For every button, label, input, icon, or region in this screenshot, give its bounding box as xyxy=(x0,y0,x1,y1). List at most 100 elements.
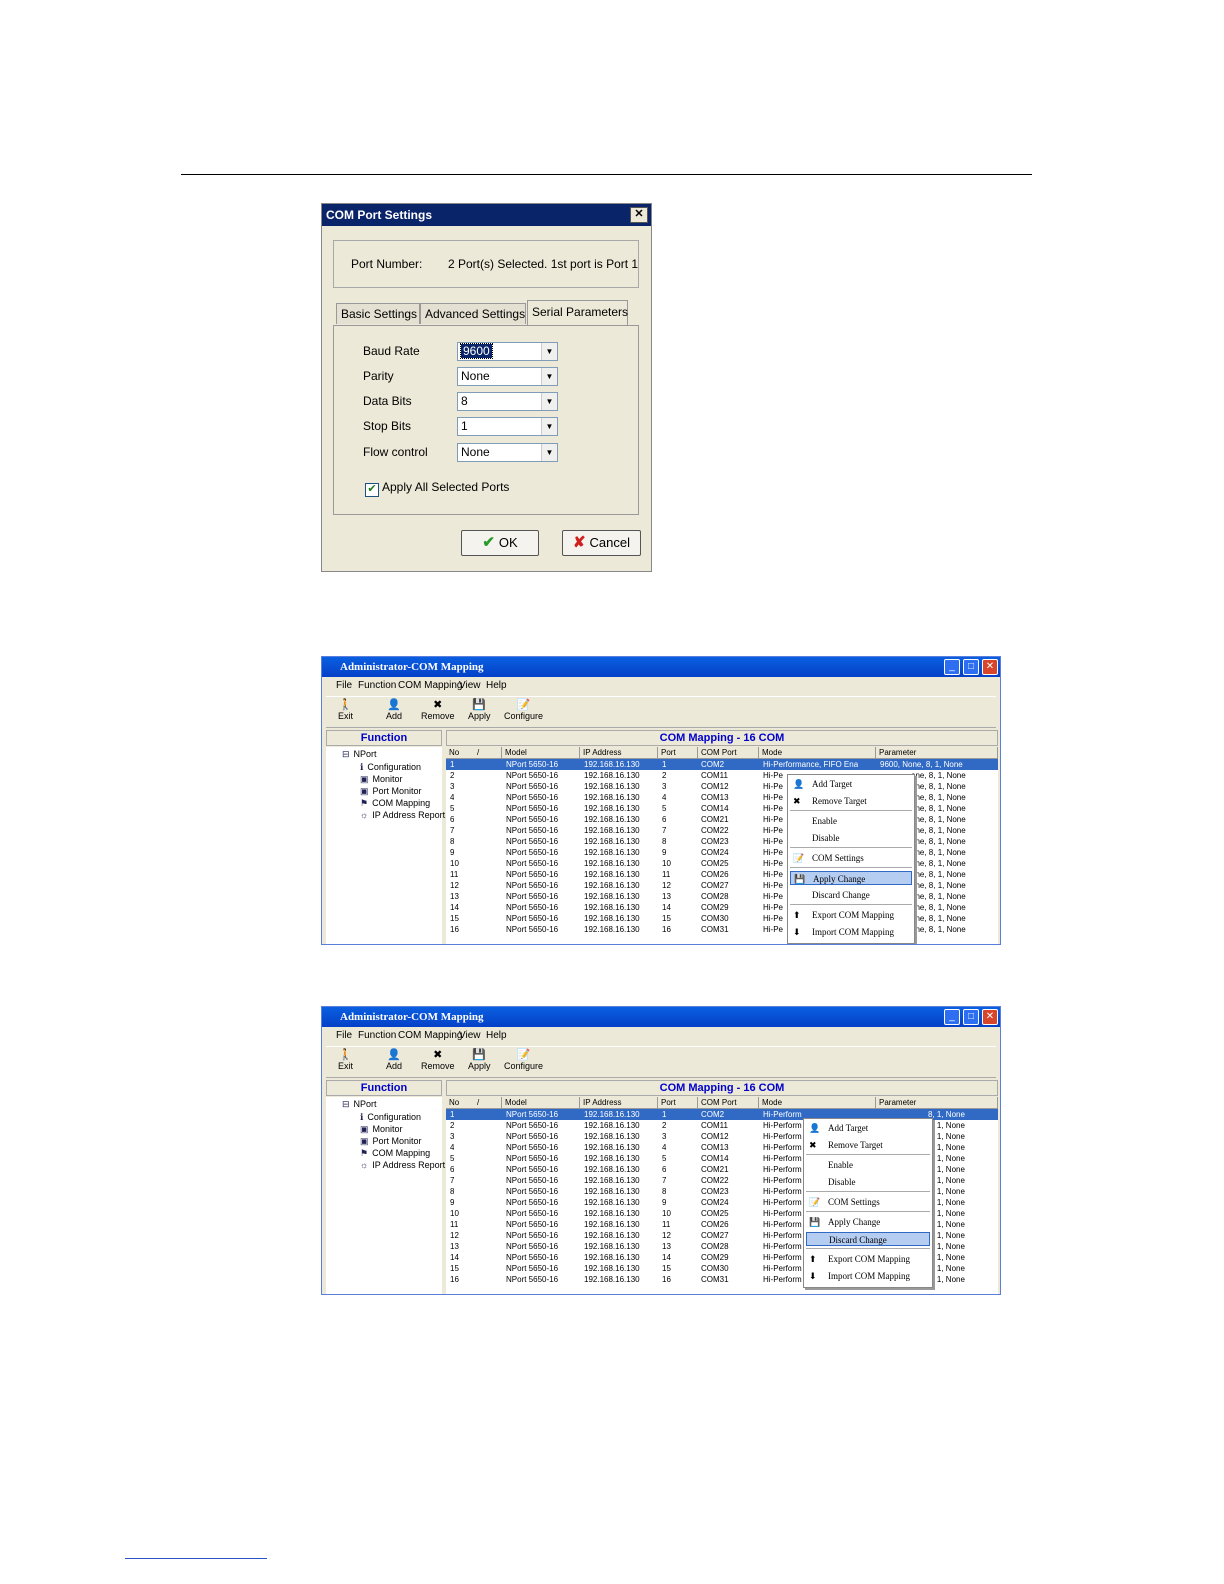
apply-all-checkbox[interactable]: ✔ xyxy=(365,483,379,497)
menu-help[interactable]: Help xyxy=(486,678,507,694)
tree-item-com-mapping[interactable]: ⚑ COM Mapping xyxy=(360,1148,430,1159)
table-row[interactable]: 11 NPort 5650-16 192.168.16.130 11 COM26 Hi-P… xyxy=(446,869,998,880)
close-icon[interactable]: ✕ xyxy=(630,207,648,223)
toolbar-exit-button[interactable]: 🚶 Exit xyxy=(338,699,353,721)
table-row[interactable]: 4 NPort 5650-16 192.168.16.130 4 COM13 Hi-Pe o… xyxy=(446,792,998,803)
tree-item-port-monitor[interactable]: ▣ Port Monitor xyxy=(360,1136,422,1147)
menu-file[interactable]: File xyxy=(336,1028,352,1044)
table-row[interactable]: 15 NPort 5650-16 192.168.16.130 15 COM30 Hi-P… xyxy=(446,913,998,924)
toolbar-add-button[interactable]: 👤 Add xyxy=(386,1049,402,1071)
stop-bits-select[interactable]: 1 ▼ xyxy=(457,417,558,436)
menu-help[interactable]: Help xyxy=(486,1028,507,1044)
toolbar-exit-button[interactable]: 🚶 Exit xyxy=(338,1049,353,1071)
toolbar-configure-button[interactable]: 📝 Configure xyxy=(504,699,543,721)
close-icon[interactable]: ✕ xyxy=(982,659,998,675)
tree-item-configuration[interactable]: ℹ Configuration xyxy=(360,1112,421,1123)
menu-item-export-com-mapping[interactable]: ⬆ Export COM Mapping xyxy=(806,1252,930,1266)
menu-item-discard-change[interactable]: Discard Change xyxy=(790,888,912,902)
column-header[interactable]: Model xyxy=(502,747,580,758)
toolbar-remove-button[interactable]: ✖ Remove xyxy=(421,699,455,721)
menu-item-com-settings[interactable]: 📝 COM Settings xyxy=(806,1195,930,1209)
menu-item-remove-target[interactable]: ✖ Remove Target xyxy=(790,794,912,808)
tree-item-nport[interactable]: ⊟ NPort xyxy=(342,749,377,760)
table-row[interactable]: 16 NPort 5650-16 192.168.16.130 16 COM31 Hi-P… xyxy=(446,924,998,935)
flow-control-select[interactable]: None ▼ xyxy=(457,443,558,462)
parity-select[interactable]: None ▼ xyxy=(457,367,558,386)
toolbar-apply-button[interactable]: 💾 Apply xyxy=(468,1049,491,1071)
menu-item-import-com-mapping[interactable]: ⬇ Import COM Mapping xyxy=(790,925,912,939)
tree-item-port-monitor[interactable]: ▣ Port Monitor xyxy=(360,786,422,797)
table-row[interactable]: 9 NPort 5650-16 192.168.16.130 9 COM24 Hi-Pe o… xyxy=(446,847,998,858)
tree-item-monitor[interactable]: ▣ Monitor xyxy=(360,1124,403,1135)
menu-item-apply-change[interactable]: 💾 Apply Change xyxy=(790,871,912,885)
tab-advanced-settings[interactable]: Advanced Settings xyxy=(420,303,526,324)
minimize-icon[interactable]: _ xyxy=(944,1009,960,1025)
toolbar-add-button[interactable]: 👤 Add xyxy=(386,699,402,721)
tree-item-ip-address-report[interactable]: ☼ IP Address Report xyxy=(360,810,445,820)
table-row[interactable]: 10 NPort 5650-16 192.168.16.130 10 COM25 Hi-P… xyxy=(446,858,998,869)
menu-file[interactable]: File xyxy=(336,678,352,694)
column-header[interactable]: Port xyxy=(658,1097,698,1108)
menu-item-com-settings[interactable]: 📝 COM Settings xyxy=(790,851,912,865)
menu-view[interactable]: View xyxy=(459,1028,481,1044)
chevron-down-icon[interactable]: ▼ xyxy=(541,393,557,410)
column-header[interactable]: Parameter xyxy=(876,1097,998,1108)
column-header[interactable]: IP Address xyxy=(580,747,658,758)
column-header[interactable]: Parameter xyxy=(876,747,998,758)
tree-item-configuration[interactable]: ℹ Configuration xyxy=(360,762,421,773)
table-row[interactable]: 13 NPort 5650-16 192.168.16.130 13 COM28 Hi-P… xyxy=(446,891,998,902)
table-row[interactable]: 12 NPort 5650-16 192.168.16.130 12 COM27 Hi-P… xyxy=(446,880,998,891)
baud-rate-select[interactable]: 9600 ▼ xyxy=(457,342,558,361)
table-row[interactable]: 8 NPort 5650-16 192.168.16.130 8 COM23 Hi-Pe o… xyxy=(446,836,998,847)
menu-item-enable[interactable]: Enable xyxy=(790,814,912,828)
toolbar-configure-button[interactable]: 📝 Configure xyxy=(504,1049,543,1071)
column-header[interactable]: Port xyxy=(658,747,698,758)
chevron-down-icon[interactable]: ▼ xyxy=(541,343,557,360)
column-header[interactable]: COM Port xyxy=(698,747,759,758)
menu-com-mapping[interactable]: COM Mapping xyxy=(398,678,462,694)
table-row[interactable]: 2 NPort 5650-16 192.168.16.130 2 COM11 Hi-Pe o… xyxy=(446,770,998,781)
tree-item-monitor[interactable]: ▣ Monitor xyxy=(360,774,403,785)
table-row[interactable]: 6 NPort 5650-16 192.168.16.130 6 COM21 Hi-Pe o… xyxy=(446,814,998,825)
tab-serial-parameters[interactable]: Serial Parameters xyxy=(527,300,628,325)
column-header[interactable]: Mode xyxy=(759,1097,876,1108)
menu-item-enable[interactable]: Enable xyxy=(806,1158,930,1172)
menu-item-add-target[interactable]: 👤 Add Target xyxy=(806,1121,930,1135)
menu-view[interactable]: View xyxy=(459,678,481,694)
table-row[interactable]: 5 NPort 5650-16 192.168.16.130 5 COM14 Hi-Pe o… xyxy=(446,803,998,814)
menu-item-disable[interactable]: Disable xyxy=(806,1175,930,1189)
toolbar-apply-button[interactable]: 💾 Apply xyxy=(468,699,491,721)
tree-item-nport[interactable]: ⊟ NPort xyxy=(342,1099,377,1110)
menu-item-discard-change[interactable]: Discard Change xyxy=(806,1232,930,1246)
table-row[interactable]: 1 NPort 5650-16 192.168.16.130 1 COM2 Hi-Perf… xyxy=(446,759,998,770)
menu-item-import-com-mapping[interactable]: ⬇ Import COM Mapping xyxy=(806,1269,930,1283)
menu-function[interactable]: Function xyxy=(358,1028,396,1044)
chevron-down-icon[interactable]: ▼ xyxy=(541,418,557,435)
menu-item-add-target[interactable]: 👤 Add Target xyxy=(790,777,912,791)
table-row[interactable]: 7 NPort 5650-16 192.168.16.130 7 COM22 Hi-Pe o… xyxy=(446,825,998,836)
table-row[interactable]: 14 NPort 5650-16 192.168.16.130 14 COM29 Hi-P… xyxy=(446,902,998,913)
menu-item-export-com-mapping[interactable]: ⬆ Export COM Mapping xyxy=(790,908,912,922)
tab-basic-settings[interactable]: Basic Settings xyxy=(336,303,420,324)
maximize-icon[interactable]: □ xyxy=(963,1009,979,1025)
maximize-icon[interactable]: □ xyxy=(963,659,979,675)
minimize-icon[interactable]: _ xyxy=(944,659,960,675)
data-bits-select[interactable]: 8 ▼ xyxy=(457,392,558,411)
menu-item-remove-target[interactable]: ✖ Remove Target xyxy=(806,1138,930,1152)
tree-item-ip-address-report[interactable]: ☼ IP Address Report xyxy=(360,1160,445,1170)
ok-button[interactable]: ✔ OK xyxy=(461,530,539,556)
column-header[interactable]: Mode xyxy=(759,747,876,758)
cancel-button[interactable]: ✘ Cancel xyxy=(562,530,641,556)
menu-function[interactable]: Function xyxy=(358,678,396,694)
menu-item-apply-change[interactable]: 💾 Apply Change xyxy=(806,1215,930,1229)
chevron-down-icon[interactable]: ▼ xyxy=(541,444,557,461)
menu-com-mapping[interactable]: COM Mapping xyxy=(398,1028,462,1044)
chevron-down-icon[interactable]: ▼ xyxy=(541,368,557,385)
column-header[interactable]: Model xyxy=(502,1097,580,1108)
column-header[interactable]: COM Port xyxy=(698,1097,759,1108)
tree-item-com-mapping[interactable]: ⚑ COM Mapping xyxy=(360,798,430,809)
column-header[interactable]: IP Address xyxy=(580,1097,658,1108)
toolbar-remove-button[interactable]: ✖ Remove xyxy=(421,1049,455,1071)
menu-item-disable[interactable]: Disable xyxy=(790,831,912,845)
close-icon[interactable]: ✕ xyxy=(982,1009,998,1025)
